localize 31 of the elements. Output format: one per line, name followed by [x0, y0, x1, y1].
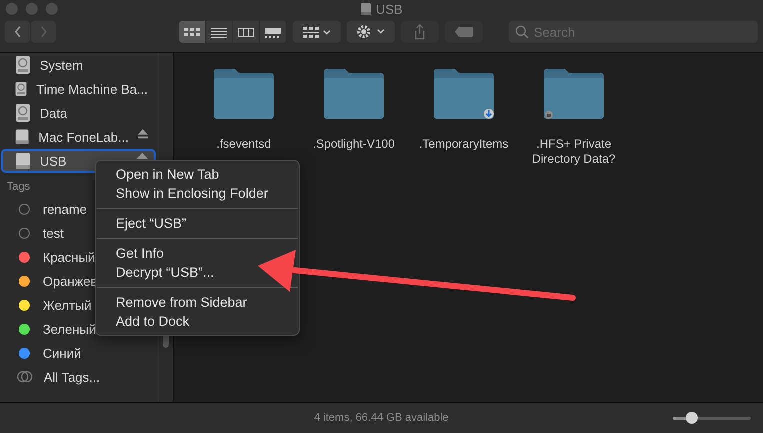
tag-name: test	[43, 226, 64, 240]
status-text: 4 items, 66.44 GB available	[314, 412, 449, 424]
file-name: .Spotlight-V100	[312, 137, 396, 152]
tag-item[interactable]: Синий	[0, 341, 88, 365]
section-header: Tags	[7, 181, 30, 193]
sidebar-item[interactable]: Mac FoneLab...	[1, 125, 156, 149]
file-name: .TemporaryItems	[419, 137, 509, 152]
tag-name: Желтый	[43, 298, 92, 312]
sidebar-item[interactable]: Data	[1, 101, 156, 125]
location-name: Data	[40, 106, 68, 120]
tag-name: rename	[43, 202, 88, 216]
tag-item[interactable]: test	[0, 221, 70, 245]
tag-item[interactable]: Желтый	[0, 293, 98, 317]
tag-item[interactable]: rename	[0, 197, 94, 221]
tag-item[interactable]: All Tags...	[0, 365, 106, 389]
window-title: USB	[376, 2, 403, 16]
tag-name: Синий	[43, 346, 82, 360]
file-name: .fseventsd	[216, 137, 272, 152]
tag-name: Красный	[43, 250, 96, 264]
menu-item[interactable]: Eject “USB”	[96, 214, 299, 233]
location-name: System	[40, 58, 84, 72]
tag-name: All Tags...	[44, 370, 100, 384]
sidebar-item[interactable]: Time Machine Ba...	[1, 77, 156, 101]
file-name: .HFS+ Private Directory Data?	[531, 137, 617, 167]
tag-name: Зеленый	[43, 322, 96, 336]
location-name: USB	[40, 154, 67, 168]
location-name: Mac FoneLab...	[38, 130, 129, 144]
menu-item[interactable]: Remove from Sidebar	[96, 293, 299, 312]
location-name: Time Machine Ba...	[36, 82, 148, 96]
menu-item[interactable]: Show in Enclosing Folder	[96, 184, 299, 203]
sidebar-item[interactable]: System	[1, 53, 156, 77]
